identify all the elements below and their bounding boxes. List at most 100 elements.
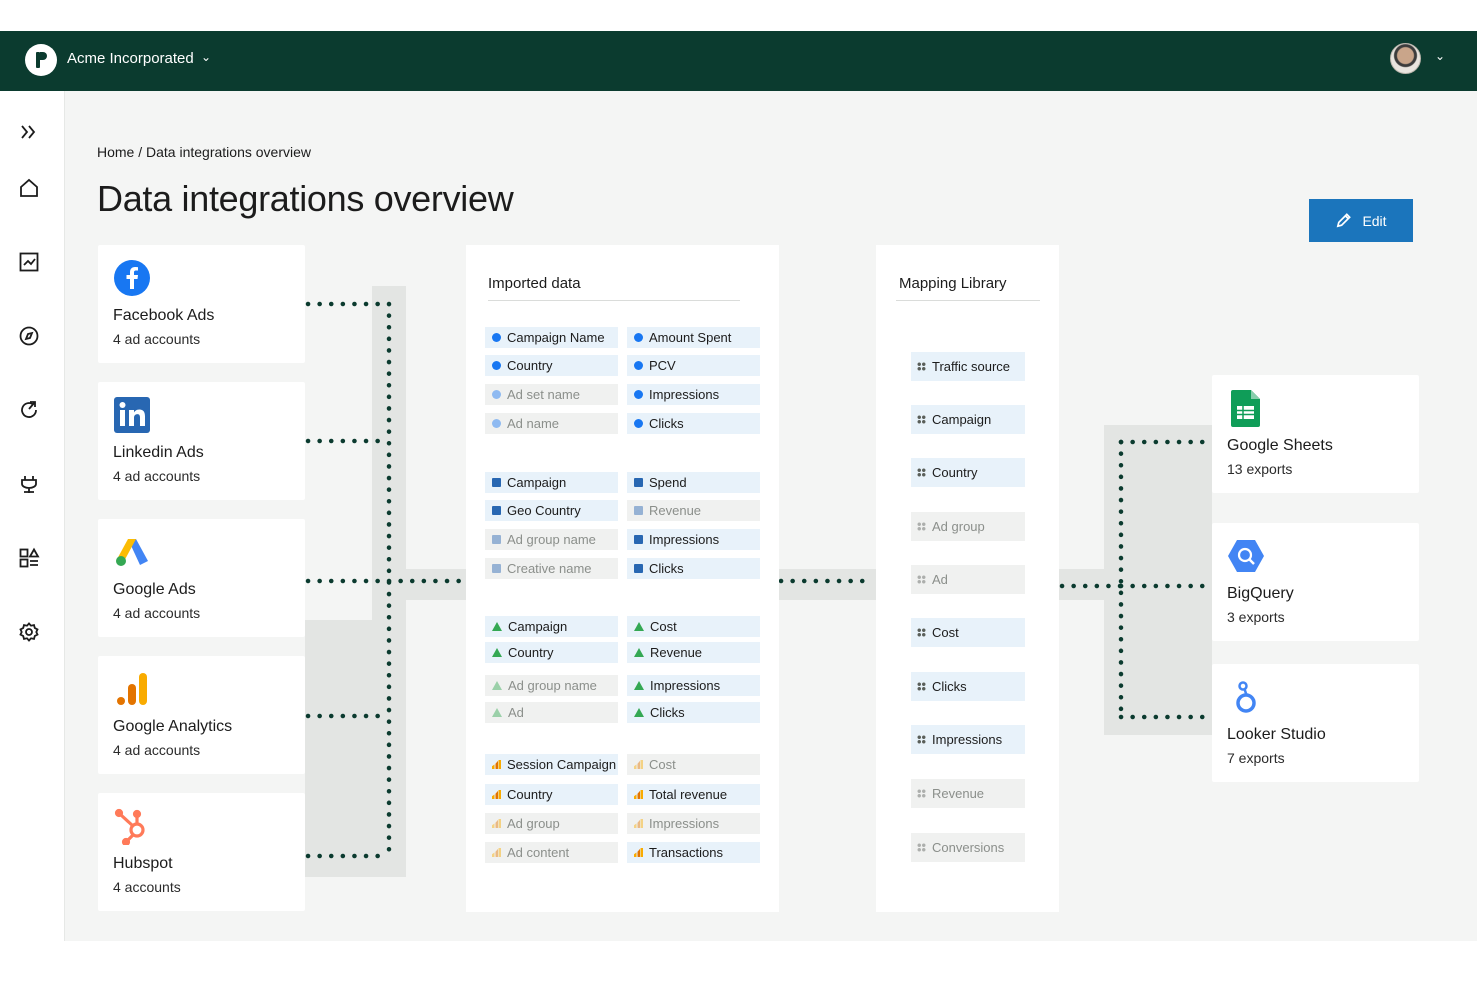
source-name: Google Ads bbox=[113, 581, 196, 598]
mapping-label: Impressions bbox=[932, 732, 1003, 747]
field-chip[interactable]: Impressions bbox=[627, 529, 760, 550]
google-ads-field-icon bbox=[492, 622, 502, 631]
mapping-chip[interactable]: Campaign bbox=[911, 405, 1025, 434]
field-chip[interactable]: Revenue bbox=[627, 500, 760, 521]
analytics-field-icon bbox=[634, 790, 643, 799]
field-chip[interactable]: Country bbox=[485, 642, 618, 663]
field-label: Cost bbox=[649, 757, 676, 772]
mapping-chip[interactable]: Clicks bbox=[911, 672, 1025, 701]
field-chip[interactable]: Amount Spent bbox=[627, 327, 760, 348]
mapping-label: Conversions bbox=[932, 840, 1005, 855]
source-card-facebook[interactable]: Facebook Ads 4 ad accounts bbox=[98, 245, 305, 363]
field-chip[interactable]: Clicks bbox=[627, 558, 760, 579]
linkedin-field-icon bbox=[492, 506, 501, 515]
destination-name: Google Sheets bbox=[1227, 437, 1333, 454]
mapping-chip[interactable]: Traffic source bbox=[911, 352, 1025, 381]
field-chip[interactable]: Impressions bbox=[627, 675, 760, 696]
field-chip[interactable]: Campaign bbox=[485, 616, 618, 637]
linkedin-field-icon bbox=[492, 535, 501, 544]
destination-card-looker-studio[interactable]: Looker Studio 7 exports bbox=[1212, 664, 1419, 782]
divider bbox=[488, 300, 740, 301]
field-chip[interactable]: PCV bbox=[627, 355, 760, 376]
field-chip[interactable]: Creative name bbox=[485, 558, 618, 579]
field-chip[interactable]: Campaign bbox=[485, 472, 618, 493]
source-accounts: 4 ad accounts bbox=[113, 605, 201, 621]
field-label: Campaign bbox=[507, 475, 567, 490]
field-chip[interactable]: Transactions bbox=[627, 842, 760, 863]
source-name: Hubspot bbox=[113, 855, 173, 872]
field-chip[interactable]: Clicks bbox=[627, 702, 760, 723]
field-chip[interactable]: Cost bbox=[627, 616, 760, 637]
field-chip[interactable]: Total revenue bbox=[627, 784, 760, 805]
source-card-google-ads[interactable]: Google Ads 4 ad accounts bbox=[98, 519, 305, 637]
mapping-chip[interactable]: Revenue bbox=[911, 779, 1025, 808]
field-chip[interactable]: Geo Country bbox=[485, 500, 618, 521]
field-chip[interactable]: Ad group name bbox=[485, 675, 618, 696]
mapping-label: Traffic source bbox=[932, 359, 1011, 374]
field-chip[interactable]: Country bbox=[485, 784, 618, 805]
field-chip[interactable]: Ad group bbox=[485, 813, 618, 834]
mapping-chip[interactable]: Conversions bbox=[911, 833, 1025, 862]
field-chip[interactable]: Country bbox=[485, 355, 618, 376]
mapping-label: Ad group bbox=[932, 519, 985, 534]
field-chip[interactable]: Impressions bbox=[627, 384, 760, 405]
analytics-field-icon bbox=[634, 819, 643, 828]
facebook-field-icon bbox=[634, 361, 643, 370]
mapping-chip[interactable]: Ad bbox=[911, 565, 1025, 594]
facebook-field-icon bbox=[492, 390, 501, 399]
field-label: Ad group name bbox=[507, 532, 596, 547]
field-chip[interactable]: Clicks bbox=[627, 413, 760, 434]
field-chip[interactable]: Cost bbox=[627, 754, 760, 775]
field-chip[interactable]: Spend bbox=[627, 472, 760, 493]
destination-exports: 3 exports bbox=[1227, 609, 1285, 625]
google-analytics-icon bbox=[113, 670, 151, 708]
facebook-field-icon bbox=[492, 333, 501, 342]
grid-icon bbox=[917, 843, 926, 852]
field-label: Total revenue bbox=[649, 787, 728, 802]
mapping-chip[interactable]: Country bbox=[911, 458, 1025, 487]
facebook-field-icon bbox=[634, 390, 643, 399]
grid-icon bbox=[917, 735, 926, 744]
field-label: Ad group bbox=[507, 816, 560, 831]
field-chip[interactable]: Revenue bbox=[627, 642, 760, 663]
mapping-library-panel: Mapping Library Traffic source Campaign Co… bbox=[876, 245, 1059, 912]
field-chip[interactable]: Ad set name bbox=[485, 384, 618, 405]
field-chip[interactable]: Ad content bbox=[485, 842, 618, 863]
google-ads-field-icon bbox=[634, 648, 644, 657]
destination-card-google-sheets[interactable]: Google Sheets 13 exports bbox=[1212, 375, 1419, 493]
field-chip[interactable]: Ad group name bbox=[485, 529, 618, 550]
linkedin-field-icon bbox=[634, 478, 643, 487]
source-accounts: 4 ad accounts bbox=[113, 468, 201, 484]
analytics-field-icon bbox=[634, 848, 643, 857]
field-label: Ad bbox=[508, 705, 524, 720]
google-ads-field-icon bbox=[634, 708, 644, 717]
destination-card-bigquery[interactable]: BigQuery 3 exports bbox=[1212, 523, 1419, 641]
source-card-hubspot[interactable]: Hubspot 4 accounts bbox=[98, 793, 305, 911]
grid-icon bbox=[917, 522, 926, 531]
field-label: PCV bbox=[649, 358, 676, 373]
grid-icon bbox=[917, 682, 926, 691]
field-label: Geo Country bbox=[507, 503, 581, 518]
analytics-field-icon bbox=[492, 760, 501, 769]
field-label: Country bbox=[507, 787, 553, 802]
facebook-field-icon bbox=[634, 333, 643, 342]
source-card-linkedin[interactable]: Linkedin Ads 4 ad accounts bbox=[98, 382, 305, 500]
field-chip[interactable]: Ad bbox=[485, 702, 618, 723]
field-chip[interactable]: Ad name bbox=[485, 413, 618, 434]
field-chip[interactable]: Session Campaign bbox=[485, 754, 618, 775]
grid-icon bbox=[917, 415, 926, 424]
source-card-google-analytics[interactable]: Google Analytics 4 ad accounts bbox=[98, 656, 305, 774]
field-label: Amount Spent bbox=[649, 330, 732, 345]
field-label: Impressions bbox=[649, 387, 720, 402]
mapping-chip[interactable]: Ad group bbox=[911, 512, 1025, 541]
field-chip[interactable]: Campaign Name bbox=[485, 327, 618, 348]
grid-icon bbox=[917, 789, 926, 798]
field-label: Country bbox=[507, 358, 553, 373]
destination-name: Looker Studio bbox=[1227, 726, 1326, 743]
mapping-chip[interactable]: Impressions bbox=[911, 725, 1025, 754]
field-chip[interactable]: Impressions bbox=[627, 813, 760, 834]
imported-data-panel: Imported data Campaign Name Country Ad set… bbox=[466, 245, 779, 912]
field-label: Cost bbox=[650, 619, 677, 634]
mapping-chip[interactable]: Cost bbox=[911, 618, 1025, 647]
source-name: Facebook Ads bbox=[113, 307, 215, 324]
